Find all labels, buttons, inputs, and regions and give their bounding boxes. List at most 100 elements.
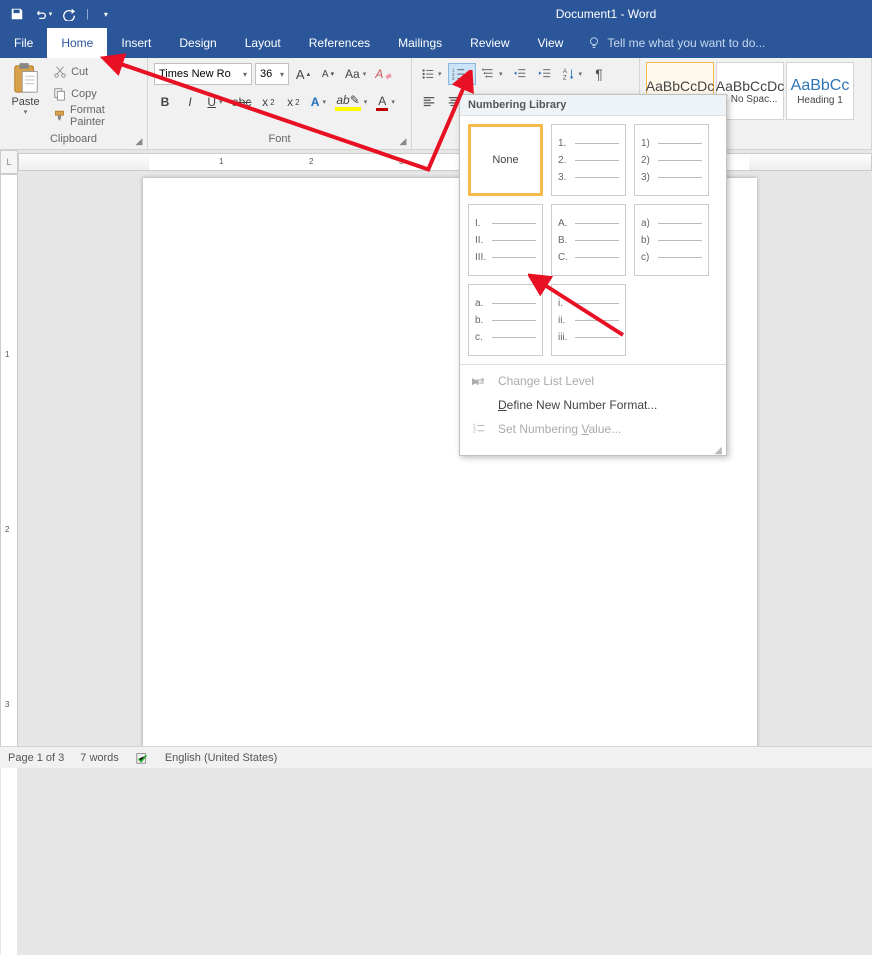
font-name-combo[interactable]: Times New Ro▾ bbox=[154, 63, 252, 85]
underline-button[interactable]: U bbox=[204, 91, 226, 113]
bullets-icon bbox=[421, 67, 435, 81]
status-proofing[interactable] bbox=[135, 751, 149, 765]
document-title: Document1 - Word bbox=[556, 7, 656, 21]
cut-button[interactable]: Cut bbox=[49, 62, 141, 82]
outdent-icon bbox=[513, 67, 527, 81]
clear-formatting-button[interactable]: A bbox=[372, 63, 397, 85]
group-font: Times New Ro▾ 36▾ A▴ A▾ Aa A B I U abc x… bbox=[148, 58, 412, 149]
font-size-combo[interactable]: 36▾ bbox=[255, 63, 289, 85]
change-level-icon: ⇄ bbox=[472, 373, 488, 389]
horizontal-ruler[interactable]: 1 2 3 4 5 6 bbox=[18, 153, 872, 171]
undo-button[interactable]: ▾ bbox=[32, 3, 54, 25]
tab-references[interactable]: References bbox=[295, 28, 384, 58]
title-bar: ▾ | ▾ Document1 - Word bbox=[0, 0, 872, 28]
align-left-icon bbox=[422, 95, 436, 109]
save-icon bbox=[10, 7, 24, 21]
italic-button[interactable]: I bbox=[179, 91, 201, 113]
tab-design[interactable]: Design bbox=[165, 28, 230, 58]
decrease-indent-button[interactable] bbox=[509, 63, 531, 85]
workspace: 1 2 3 bbox=[0, 174, 872, 746]
status-language[interactable]: English (United States) bbox=[165, 752, 278, 764]
redo-button[interactable] bbox=[58, 3, 80, 25]
numbering-tile-alpha-upper[interactable]: A. B. C. bbox=[551, 204, 626, 276]
align-left-button[interactable] bbox=[418, 91, 440, 113]
vertical-ruler[interactable]: 1 2 3 bbox=[0, 174, 18, 746]
svg-text:3: 3 bbox=[452, 76, 455, 81]
scissors-icon bbox=[53, 65, 67, 79]
set-value-icon: 12 bbox=[472, 421, 488, 437]
paste-icon bbox=[11, 62, 41, 96]
font-color-button[interactable]: A bbox=[373, 91, 398, 113]
eraser-icon bbox=[385, 70, 394, 79]
qat-customize-button[interactable]: ▾ bbox=[95, 3, 117, 25]
numbering-tile-decimal-paren[interactable]: 1) 2) 3) bbox=[634, 124, 709, 196]
status-page[interactable]: Page 1 of 3 bbox=[8, 752, 64, 764]
style-heading-1[interactable]: AaBbCc Heading 1 bbox=[786, 62, 854, 120]
multilevel-icon bbox=[482, 67, 496, 81]
paste-button[interactable]: Paste ▾ bbox=[6, 62, 45, 116]
popup-resize-handle[interactable]: ◢ bbox=[460, 445, 726, 455]
numbering-tile-roman-upper[interactable]: I. II. III. bbox=[468, 204, 543, 276]
format-painter-button[interactable]: Format Painter bbox=[49, 106, 141, 126]
tell-me-search[interactable]: Tell me what you want to do... bbox=[577, 28, 765, 58]
status-bar: Page 1 of 3 7 words English (United Stat… bbox=[0, 746, 872, 768]
show-marks-button[interactable]: ¶ bbox=[588, 63, 610, 85]
tab-insert[interactable]: Insert bbox=[107, 28, 165, 58]
numbering-tile-roman-lower[interactable]: i. ii. iii. bbox=[551, 284, 626, 356]
numbering-tile-none[interactable]: None bbox=[468, 124, 543, 196]
ribbon-tabs: File Home Insert Design Layout Reference… bbox=[0, 28, 872, 58]
document-area[interactable] bbox=[18, 174, 872, 746]
numbering-menu: ⇄ Change List Level ▶ Define New Number … bbox=[460, 364, 726, 445]
cut-label: Cut bbox=[71, 66, 88, 78]
svg-text:2: 2 bbox=[473, 429, 476, 435]
clipboard-dialog-launcher[interactable]: ◢ bbox=[133, 135, 145, 147]
change-case-button[interactable]: Aa bbox=[342, 63, 369, 85]
superscript-button[interactable]: x2 bbox=[282, 91, 304, 113]
undo-icon bbox=[34, 7, 48, 21]
tab-review[interactable]: Review bbox=[456, 28, 523, 58]
tab-layout[interactable]: Layout bbox=[231, 28, 295, 58]
font-dialog-launcher[interactable]: ◢ bbox=[397, 135, 409, 147]
strikethrough-button[interactable]: abc bbox=[229, 91, 254, 113]
tell-me-placeholder: Tell me what you want to do... bbox=[607, 36, 765, 50]
subscript-button[interactable]: x2 bbox=[257, 91, 279, 113]
numbering-grid: None 1. 2. 3. 1) 2) 3) I. II. III. A. B.… bbox=[460, 116, 726, 364]
tab-home[interactable]: Home bbox=[47, 28, 107, 58]
tab-mailings[interactable]: Mailings bbox=[384, 28, 456, 58]
quick-access-toolbar: ▾ | ▾ bbox=[0, 3, 117, 25]
tab-view[interactable]: View bbox=[524, 28, 578, 58]
group-label-font: Font bbox=[154, 131, 405, 147]
bold-button[interactable]: B bbox=[154, 91, 176, 113]
ruler-corner[interactable]: L bbox=[0, 150, 18, 174]
numbering-tile-alpha-lower-paren[interactable]: a) b) c) bbox=[634, 204, 709, 276]
redo-icon bbox=[62, 7, 76, 21]
text-effects-button[interactable]: A bbox=[307, 91, 329, 113]
sort-icon: AZ bbox=[562, 67, 576, 81]
numbering-tile-alpha-lower-dot[interactable]: a. b. c. bbox=[468, 284, 543, 356]
ribbon: Paste ▾ Cut Copy Format Painter Clipboar… bbox=[0, 58, 872, 150]
format-painter-label: Format Painter bbox=[70, 104, 137, 128]
grow-font-button[interactable]: A▴ bbox=[292, 63, 314, 85]
font-name-value: Times New Ro bbox=[159, 68, 231, 80]
bullets-button[interactable] bbox=[418, 63, 445, 85]
increase-indent-button[interactable] bbox=[534, 63, 556, 85]
numbering-tile-decimal-dot[interactable]: 1. 2. 3. bbox=[551, 124, 626, 196]
highlight-button[interactable]: ab✎ bbox=[332, 91, 370, 113]
shrink-font-button[interactable]: A▾ bbox=[317, 63, 339, 85]
qat-separator: | bbox=[86, 8, 89, 20]
define-new-number-format-item[interactable]: Define New Number Format... bbox=[460, 393, 726, 417]
save-button[interactable] bbox=[6, 3, 28, 25]
copy-icon bbox=[53, 87, 67, 101]
numbering-dropdown: Numbering Library None 1. 2. 3. 1) 2) 3)… bbox=[459, 94, 727, 456]
status-words[interactable]: 7 words bbox=[80, 752, 119, 764]
font-size-value: 36 bbox=[260, 68, 272, 80]
multilevel-list-button[interactable] bbox=[479, 63, 506, 85]
group-label-clipboard: Clipboard bbox=[6, 131, 141, 147]
paintbrush-icon bbox=[53, 109, 66, 123]
numbering-button[interactable]: 123 bbox=[448, 63, 477, 85]
sort-button[interactable]: AZ bbox=[559, 63, 586, 85]
copy-label: Copy bbox=[71, 88, 97, 100]
tab-file[interactable]: File bbox=[0, 28, 47, 58]
copy-button[interactable]: Copy bbox=[49, 84, 141, 104]
proofing-icon bbox=[135, 751, 149, 765]
